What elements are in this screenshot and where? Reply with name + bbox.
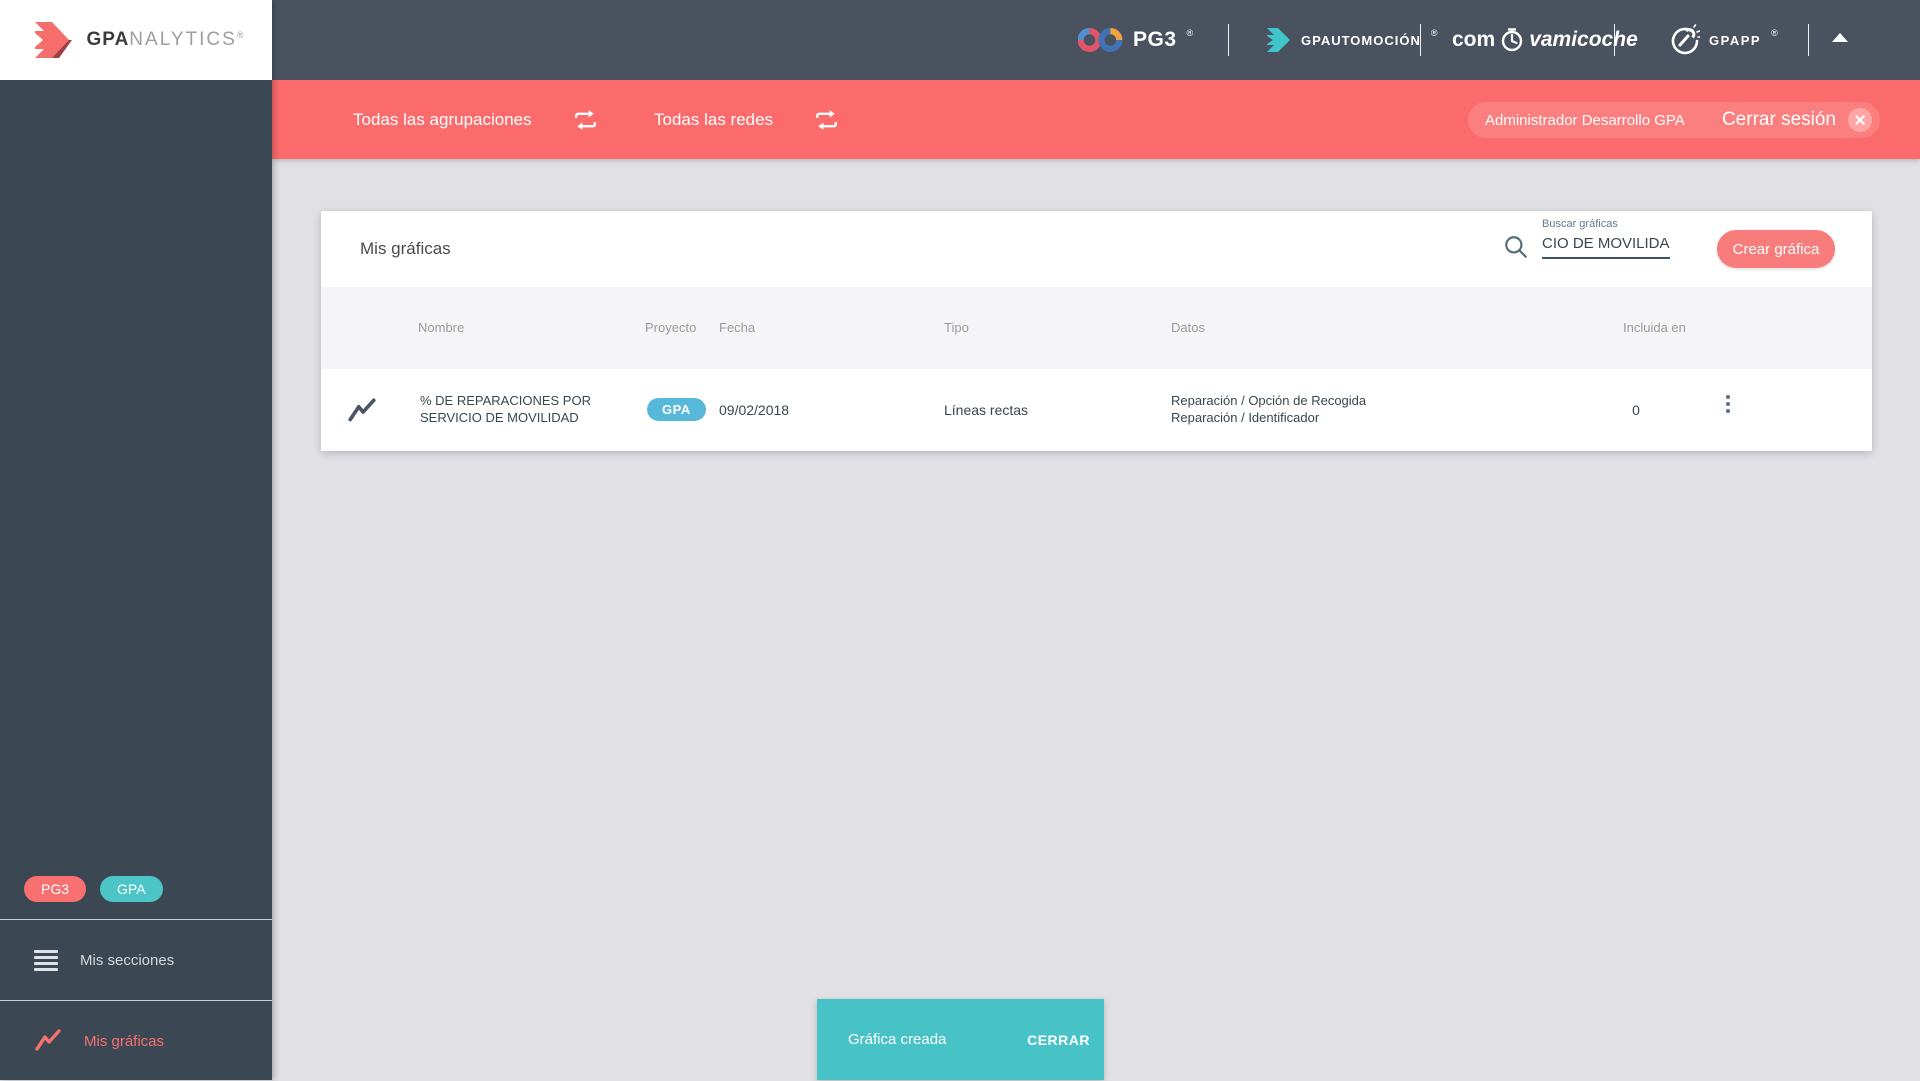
gpautomocion-label: GPAUTOMOCIÓN: [1301, 32, 1421, 48]
sections-menu-icon: [34, 949, 58, 971]
logo-text-nalytics: NALYTICS: [129, 29, 237, 50]
table-row[interactable]: % DE REPARACIONES POR SERVICIO DE MOVILI…: [321, 369, 1872, 451]
create-chart-button[interactable]: Crear gráfica: [1717, 230, 1835, 268]
row-name: % DE REPARACIONES POR SERVICIO DE MOVILI…: [420, 393, 591, 425]
sidebar-item-mis-graficas[interactable]: Mis gráficas: [0, 1001, 272, 1081]
search-input-underline: [1542, 257, 1670, 259]
brand-gpautomocion[interactable]: GPAUTOMOCIÓN ®: [1262, 0, 1438, 80]
snackbar-message: Gráfica creada: [848, 1031, 947, 1048]
row-data: Reparación / Opción de Recogida Reparaci…: [1171, 393, 1367, 425]
gpautomocion-arrow-icon: [1267, 28, 1290, 52]
gpanalytics-logo[interactable]: GPANALYTICS®: [0, 0, 272, 80]
column-header-proyecto: Proyecto: [645, 320, 697, 335]
collapse-topbar-arrow-icon[interactable]: [1832, 33, 1848, 42]
swap-icon: [816, 109, 838, 130]
pg3-registered: ®: [1186, 28, 1194, 38]
top-bar: PG3 ® GPAUTOMOCIÓN ® com vamicoche GPAPP ®: [272, 0, 1920, 80]
filter-bar: Todas las agrupaciones Todas las redes A…: [272, 80, 1920, 159]
sidebar-badges: PG3 GPA: [24, 876, 163, 902]
line-chart-icon: [35, 1029, 61, 1051]
snackbar: Gráfica creada CERRAR: [817, 999, 1104, 1080]
stopwatch-icon: [1501, 28, 1523, 52]
badge-gpa[interactable]: GPA: [100, 876, 163, 902]
user-session-pill: Administrador Desarrollo GPA Cerrar sesi…: [1468, 102, 1880, 138]
user-name: Administrador Desarrollo GPA: [1485, 111, 1685, 129]
column-header-fecha: Fecha: [719, 320, 756, 335]
row-line-chart-icon: [348, 398, 376, 422]
column-header-datos: Datos: [1171, 320, 1205, 335]
logo-text-gpa: GPA: [86, 29, 130, 50]
pg3-infinity-icon: [1078, 27, 1123, 53]
badge-pg3[interactable]: PG3: [24, 876, 87, 902]
row-more-options-kebab-icon[interactable]: [1719, 395, 1737, 425]
sidebar-item-label: Mis gráficas: [84, 1032, 165, 1050]
gpanalytics-arrow-icon: [34, 22, 72, 58]
sidebar-item-mis-secciones[interactable]: Mis secciones: [0, 920, 272, 1000]
filter-redes[interactable]: Todas las redes: [654, 80, 840, 159]
filter-agrupaciones[interactable]: Todas las agrupaciones: [353, 80, 599, 159]
sidebar: GPANALYTICS® PG3 GPA Mis secciones Mis g…: [0, 0, 272, 1080]
pg3-label: PG3: [1133, 28, 1177, 51]
logout-button[interactable]: Cerrar sesión: [1722, 109, 1836, 131]
logout-close-icon[interactable]: [1848, 108, 1872, 132]
brand-comprovamicoche[interactable]: com vamicoche: [1452, 0, 1638, 80]
column-header-nombre: Nombre: [418, 320, 465, 335]
column-header-incluida: Incluida en: [1623, 320, 1686, 335]
brand-gpapp[interactable]: GPAPP ®: [1668, 0, 1778, 80]
gpapp-wrench-icon: [1671, 24, 1700, 55]
filter-label: Todas las redes: [654, 109, 774, 129]
filter-label: Todas las agrupaciones: [353, 109, 532, 129]
page-title: Mis gráficas: [360, 239, 451, 258]
column-header-tipo: Tipo: [944, 320, 969, 335]
search-input[interactable]: Buscar gráficas CIO DE MOVILIDAD: [1542, 218, 1670, 252]
table-header: Nombre Proyecto Fecha Tipo Datos Incluid…: [321, 287, 1872, 369]
swap-icon: [574, 109, 596, 130]
mis-graficas-card: Mis gráficas Buscar gráficas CIO DE MOVI…: [321, 211, 1872, 451]
topbar-divider: [1228, 24, 1229, 56]
brand-pg3[interactable]: PG3 ®: [1078, 0, 1193, 80]
gpapp-label: GPAPP: [1709, 32, 1762, 48]
comprovamicoche-prefix: com: [1452, 28, 1496, 51]
gpapp-registered: ®: [1771, 28, 1778, 38]
logo-registered: ®: [236, 30, 244, 40]
search-input-value: CIO DE MOVILIDAD: [1542, 235, 1670, 252]
row-included-count: 0: [1632, 402, 1640, 418]
project-badge: GPA: [647, 398, 706, 421]
search-icon[interactable]: [1503, 234, 1529, 260]
search-input-label: Buscar gráficas: [1542, 218, 1618, 230]
gpautomocion-registered: ®: [1430, 28, 1438, 38]
row-type: Líneas rectas: [944, 402, 1029, 418]
topbar-divider: [1614, 24, 1615, 56]
topbar-divider: [1420, 24, 1421, 56]
row-date: 09/02/2018: [719, 402, 790, 418]
snackbar-close-button[interactable]: CERRAR: [1027, 1032, 1090, 1048]
comprovamicoche-suffix: vamicoche: [1529, 28, 1638, 51]
topbar-divider: [1808, 24, 1809, 56]
sidebar-item-label: Mis secciones: [80, 951, 175, 969]
